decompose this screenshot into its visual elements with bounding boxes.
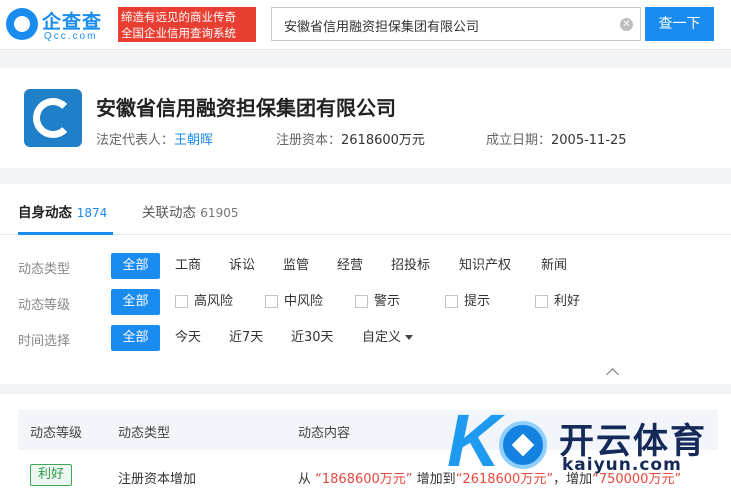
registered-capital: 注册资本：2618600万元 bbox=[276, 129, 425, 148]
slogan-line-1: 缔造有远见的商业传奇 bbox=[121, 10, 236, 24]
tab-count: 1874 bbox=[76, 206, 108, 220]
company-card: 安徽省信用融资担保集团有限公司 法定代表人：王朝晖 注册资本：2618600万元… bbox=[0, 68, 731, 168]
search-input[interactable]: 安徽省信用融资担保集团有限公司 ✕ bbox=[271, 7, 641, 41]
legal-rep-link[interactable]: 王朝晖 bbox=[174, 133, 213, 148]
capital-label: 注册资本： bbox=[276, 133, 342, 148]
watermark-brand-en: kaiyun.com bbox=[562, 455, 682, 475]
type-option-ip[interactable]: 知识产权 bbox=[459, 253, 511, 279]
tab-bar: 自身动态 1874 关联动态 61905 bbox=[0, 184, 731, 235]
tab-label: 自身动态 bbox=[18, 205, 72, 221]
content-from: 从 bbox=[298, 472, 312, 487]
time-option-30days[interactable]: 近30天 bbox=[291, 325, 334, 351]
checkbox-warning[interactable] bbox=[355, 295, 368, 308]
column-type: 动态类型 bbox=[118, 426, 171, 441]
content-old-value: “1868600万元” bbox=[315, 472, 413, 487]
capital-value: 2618600万元 bbox=[341, 133, 425, 148]
row-type: 注册资本增加 bbox=[118, 472, 197, 487]
level-option-high-risk[interactable]: 高风险 bbox=[194, 289, 233, 315]
column-content: 动态内容 bbox=[298, 426, 351, 441]
tab-label: 关联动态 bbox=[142, 205, 196, 221]
chevron-up-icon bbox=[606, 368, 619, 381]
tab-self-news[interactable]: 自身动态 1874 bbox=[18, 201, 107, 221]
time-option-all[interactable]: 全部 bbox=[111, 325, 160, 351]
tab-count: 61905 bbox=[200, 206, 239, 220]
news-panel: 自身动态 1874 关联动态 61905 动态类型 全部 工商 诉讼 监管 经营… bbox=[0, 184, 731, 384]
custom-label: 自定义 bbox=[362, 330, 402, 345]
chevron-down-icon bbox=[405, 335, 414, 340]
search-input-value: 安徽省信用融资担保集团有限公司 bbox=[284, 20, 480, 35]
level-option-all[interactable]: 全部 bbox=[111, 289, 160, 315]
type-option-all[interactable]: 全部 bbox=[111, 253, 160, 279]
checkbox-medium-risk[interactable] bbox=[265, 295, 278, 308]
time-option-7days[interactable]: 近7天 bbox=[229, 325, 263, 351]
checkbox-high-risk[interactable] bbox=[175, 295, 188, 308]
top-bar: 企查查 Qcc.com 缔造有远见的商业传奇 全国企业信用查询系统 安徽省信用融… bbox=[0, 0, 731, 50]
checkbox-notice[interactable] bbox=[445, 295, 458, 308]
active-tab-indicator bbox=[18, 232, 113, 235]
time-option-today[interactable]: 今天 bbox=[175, 325, 201, 351]
time-option-custom[interactable]: 自定义 bbox=[362, 325, 414, 351]
type-option-operation[interactable]: 经营 bbox=[337, 253, 363, 279]
filter-level-label: 动态等级 bbox=[18, 298, 71, 313]
legal-rep-label: 法定代表人： bbox=[96, 133, 175, 148]
column-level: 动态等级 bbox=[30, 426, 83, 441]
checkbox-positive[interactable] bbox=[535, 295, 548, 308]
type-option-business[interactable]: 工商 bbox=[175, 253, 201, 279]
logo-domain: Qcc.com bbox=[44, 31, 98, 42]
company-logo-icon bbox=[33, 98, 73, 138]
qcc-logo[interactable]: 企查查 Qcc.com bbox=[6, 6, 116, 44]
watermark-k-letter: K bbox=[447, 399, 501, 482]
type-option-regulation[interactable]: 监管 bbox=[283, 253, 309, 279]
company-name: 安徽省信用融资担保集团有限公司 bbox=[96, 96, 396, 120]
soccer-ball-icon bbox=[499, 421, 547, 469]
search-button[interactable]: 查一下 bbox=[645, 7, 714, 41]
watermark-logo: K 开云体育 kaiyun.com bbox=[447, 397, 731, 499]
slogan-line-2: 全国企业信用查询系统 bbox=[121, 26, 236, 40]
logo-text: 企查查 bbox=[42, 11, 103, 33]
type-option-litigation[interactable]: 诉讼 bbox=[229, 253, 255, 279]
clear-icon[interactable]: ✕ bbox=[620, 18, 633, 31]
level-option-positive[interactable]: 利好 bbox=[554, 289, 580, 315]
level-badge-positive: 利好 bbox=[30, 464, 72, 486]
founded-label: 成立日期： bbox=[486, 133, 552, 148]
qcc-logo-icon bbox=[6, 8, 38, 40]
type-option-bidding[interactable]: 招投标 bbox=[391, 253, 430, 279]
legal-representative: 法定代表人：王朝晖 bbox=[96, 129, 213, 148]
founded-date: 成立日期：2005-11-25 bbox=[486, 129, 627, 148]
filter-type-label: 动态类型 bbox=[18, 262, 71, 277]
level-option-medium-risk[interactable]: 中风险 bbox=[284, 289, 323, 315]
collapse-filters-button[interactable] bbox=[585, 364, 643, 384]
company-logo bbox=[24, 89, 82, 147]
tab-related-news[interactable]: 关联动态 61905 bbox=[142, 201, 238, 221]
level-option-notice[interactable]: 提示 bbox=[464, 289, 490, 315]
founded-value: 2005-11-25 bbox=[551, 133, 627, 148]
type-option-news[interactable]: 新闻 bbox=[541, 253, 567, 279]
level-option-warning[interactable]: 警示 bbox=[374, 289, 400, 315]
slogan-banner: 缔造有远见的商业传奇 全国企业信用查询系统 bbox=[118, 7, 256, 42]
filter-time-label: 时间选择 bbox=[18, 334, 71, 349]
